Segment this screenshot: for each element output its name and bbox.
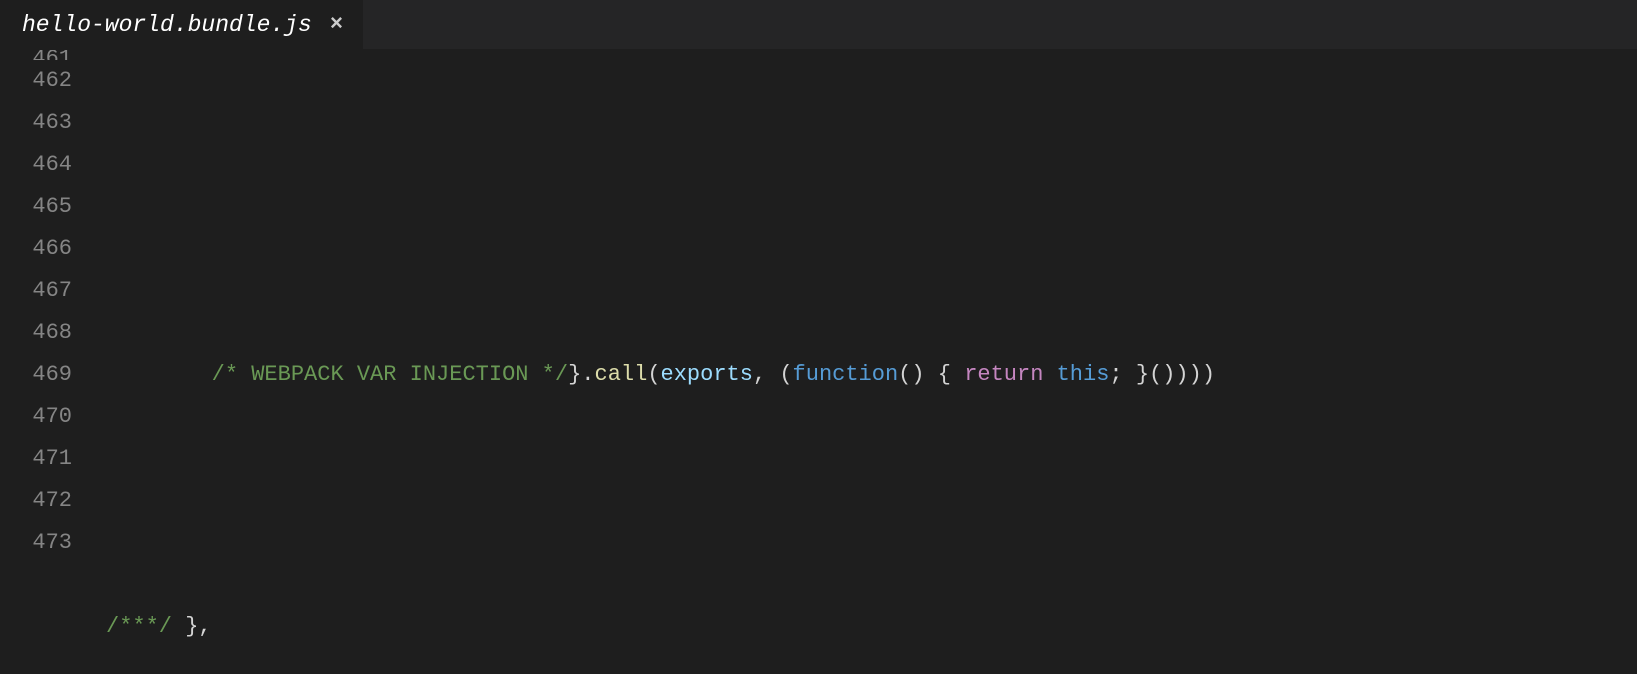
editor-area[interactable]: 461 462 463 464 465 466 467 468 469 470 …	[0, 50, 1637, 674]
line-number: 465	[0, 186, 72, 228]
line-number: 466	[0, 228, 72, 270]
line-number: 463	[0, 102, 72, 144]
line-number: 468	[0, 312, 72, 354]
line-number: 471	[0, 438, 72, 480]
line-number-gutter: 461 462 463 464 465 466 467 468 469 470 …	[0, 50, 106, 674]
close-icon[interactable]: ×	[330, 14, 343, 36]
line-number: 470	[0, 396, 72, 438]
code-line[interactable]: /* WEBPACK VAR INJECTION */}.call(export…	[106, 354, 1637, 396]
active-tab[interactable]: hello-world.bundle.js ×	[0, 0, 363, 49]
code-line[interactable]	[106, 228, 1637, 270]
code-content[interactable]: /* WEBPACK VAR INJECTION */}.call(export…	[106, 50, 1637, 674]
line-number: 462	[0, 60, 72, 102]
code-line[interactable]	[106, 480, 1637, 522]
code-line[interactable]	[106, 122, 1637, 144]
line-number: 464	[0, 144, 72, 186]
line-number: 472	[0, 480, 72, 522]
tab-bar: hello-world.bundle.js ×	[0, 0, 1637, 50]
code-line[interactable]: /***/ },	[106, 606, 1637, 648]
line-number: 467	[0, 270, 72, 312]
line-number: 469	[0, 354, 72, 396]
line-number: 461	[0, 50, 72, 60]
vertical-scrollbar[interactable]	[1623, 50, 1637, 674]
line-number: 473	[0, 522, 72, 564]
tab-filename: hello-world.bundle.js	[22, 12, 312, 38]
